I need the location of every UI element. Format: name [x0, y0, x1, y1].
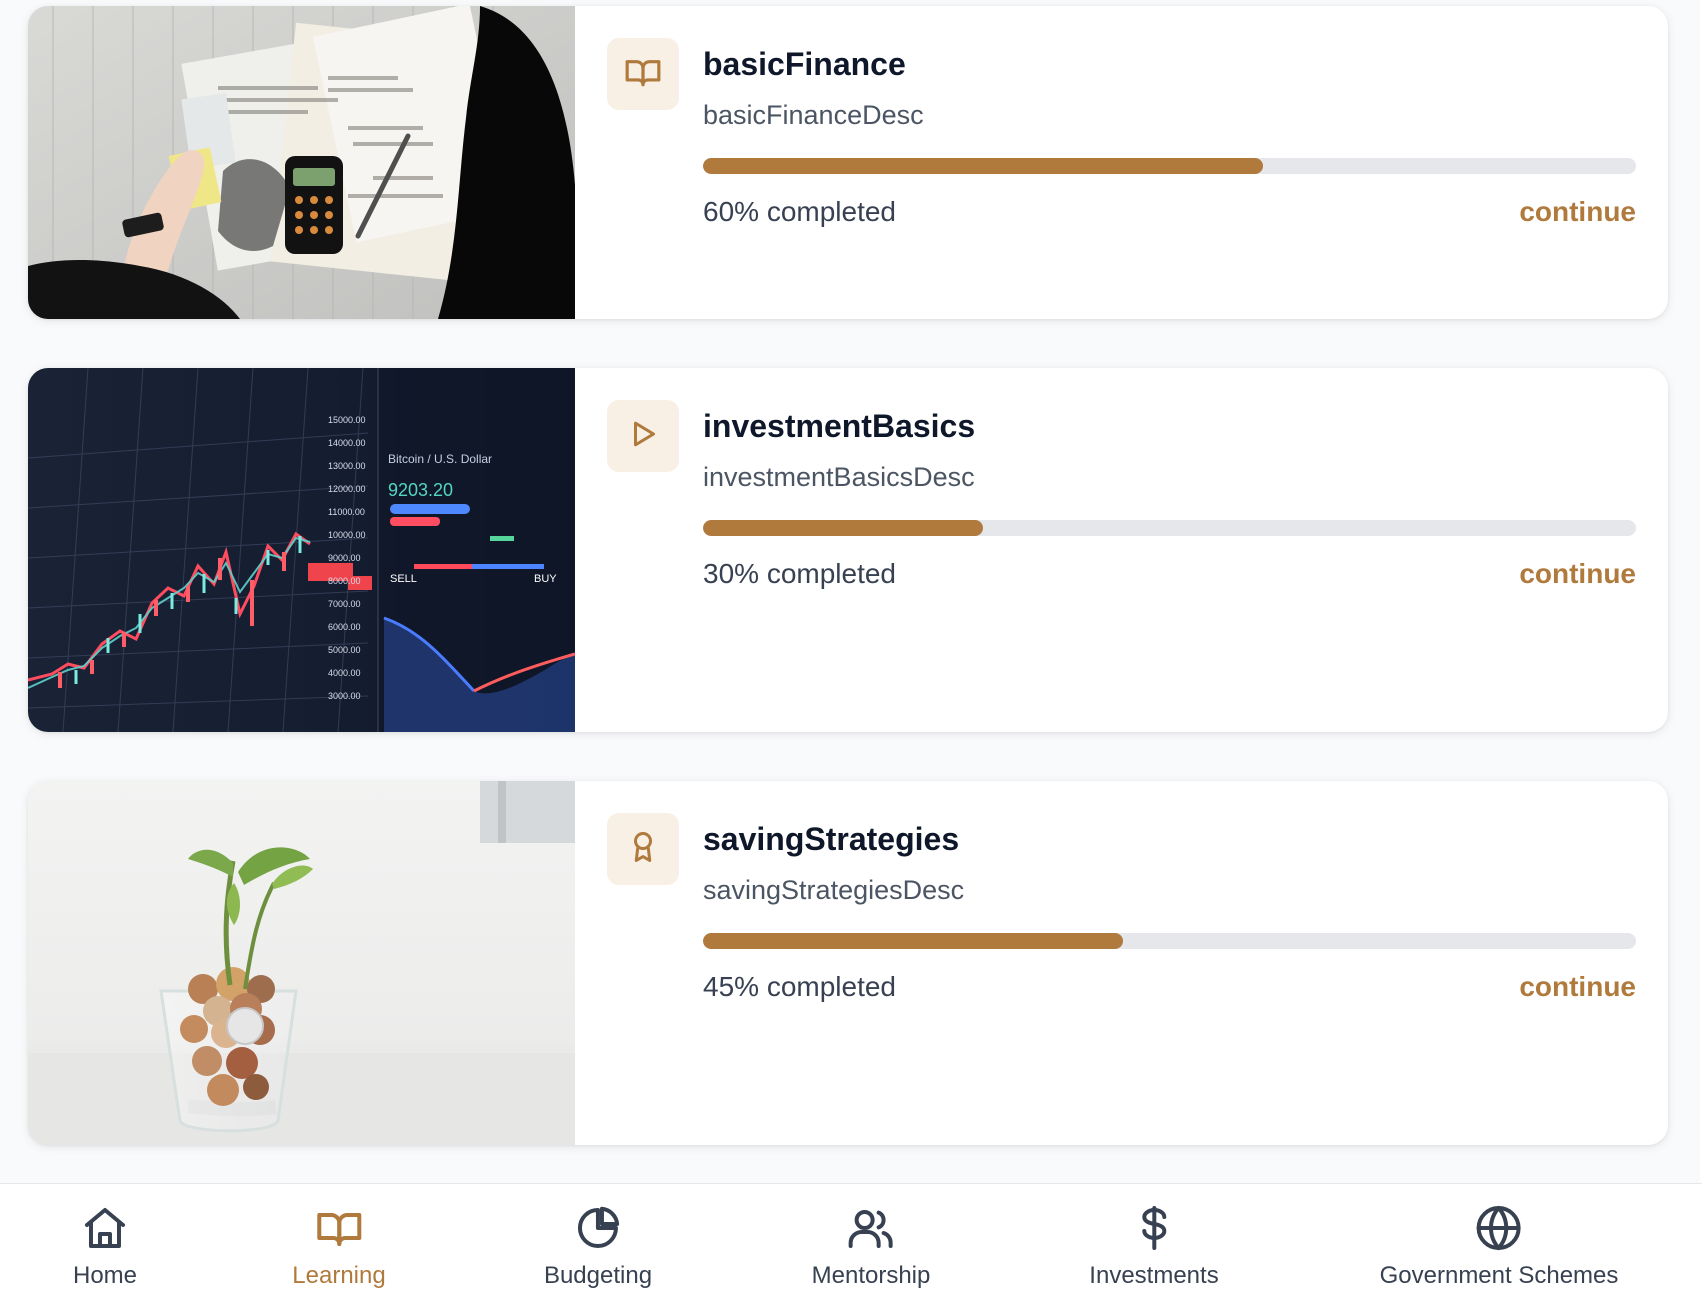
course-description: savingStrategiesDesc: [703, 875, 965, 905]
users-icon: [845, 1202, 897, 1254]
nav-item-home[interactable]: Home: [73, 1202, 137, 1290]
award-icon: [625, 829, 661, 870]
svg-text:5000.00: 5000.00: [328, 645, 361, 655]
continue-button[interactable]: continue: [1519, 558, 1636, 590]
nav-item-investments[interactable]: Investments: [1089, 1202, 1219, 1290]
dollar-icon: [1128, 1202, 1180, 1254]
svg-text:13000.00: 13000.00: [328, 461, 366, 471]
course-content: investmentBasics investmentBasicsDesc 30…: [575, 368, 1668, 732]
svg-text:11000.00: 11000.00: [328, 507, 365, 517]
svg-text:15000.00: 15000.00: [328, 415, 366, 425]
nav-item-government-schemes[interactable]: Government Schemes: [1379, 1202, 1619, 1290]
svg-text:8000.00: 8000.00: [328, 576, 361, 586]
svg-text:6000.00: 6000.00: [328, 622, 361, 632]
course-progress-fill: [703, 158, 1263, 174]
book-open-icon: [624, 53, 662, 96]
nav-item-mentorship[interactable]: Mentorship: [811, 1202, 931, 1290]
svg-text:10000.00: 10000.00: [328, 530, 366, 540]
course-title: investmentBasics: [703, 408, 976, 444]
svg-text:3000.00: 3000.00: [328, 691, 361, 701]
course-progress-label: 60% completed: [703, 196, 897, 227]
course-progress-bar: [703, 520, 1636, 536]
nav-label: Budgeting: [543, 1262, 653, 1289]
course-card-basic-finance[interactable]: basicFinance basicFinanceDesc 60% comple…: [28, 6, 1668, 319]
stock-chart-image: Bitcoin / U.S. Dollar 9203.20 SELL BUY 1…: [28, 368, 575, 732]
course-progress-label: 45% completed: [703, 971, 897, 1002]
nav-label: Learning: [292, 1262, 386, 1289]
svg-text:9203.20: 9203.20: [388, 480, 453, 500]
course-icon-tile: [607, 400, 679, 472]
course-title: savingStrategies: [703, 821, 960, 857]
bottom-navigation: Home Learning Budgeting Mentorship Inves…: [0, 1183, 1702, 1302]
course-description: investmentBasicsDesc: [703, 462, 975, 492]
course-progress-bar: [703, 933, 1636, 949]
nav-label: Home: [72, 1262, 138, 1289]
svg-text:4000.00: 4000.00: [328, 668, 361, 678]
home-icon: [79, 1202, 131, 1254]
book-open-icon: [313, 1202, 365, 1254]
nav-item-learning[interactable]: Learning: [292, 1202, 386, 1290]
tax-documents-image: [28, 6, 575, 319]
continue-button[interactable]: continue: [1519, 196, 1636, 228]
pie-chart-icon: [572, 1202, 624, 1254]
globe-icon: [1473, 1202, 1525, 1254]
course-icon-tile: [607, 38, 679, 110]
nav-label: Mentorship: [811, 1262, 931, 1289]
svg-text:Bitcoin / U.S. Dollar: Bitcoin / U.S. Dollar: [388, 452, 492, 466]
svg-text:SELL: SELL: [390, 573, 417, 585]
svg-text:BUY: BUY: [534, 573, 557, 585]
course-progress-fill: [703, 933, 1123, 949]
course-content: savingStrategies savingStrategiesDesc 45…: [575, 781, 1668, 1145]
course-description: basicFinanceDesc: [703, 100, 924, 130]
course-progress-fill: [703, 520, 983, 536]
nav-label: Government Schemes: [1379, 1262, 1619, 1289]
svg-text:7000.00: 7000.00: [328, 599, 361, 609]
nav-item-budgeting[interactable]: Budgeting: [544, 1202, 652, 1290]
course-title: basicFinance: [703, 46, 906, 82]
play-icon: [625, 416, 661, 457]
learning-page: basicFinance basicFinanceDesc 60% comple…: [0, 0, 1702, 1302]
svg-text:9000.00: 9000.00: [328, 553, 361, 563]
course-card-investment-basics[interactable]: Bitcoin / U.S. Dollar 9203.20 SELL BUY 1…: [28, 368, 1668, 732]
svg-text:14000.00: 14000.00: [328, 438, 366, 448]
svg-text:12000.00: 12000.00: [328, 484, 366, 494]
coins-plant-image: [28, 781, 575, 1145]
nav-label: Investments: [1089, 1262, 1219, 1289]
course-progress-label: 30% completed: [703, 558, 897, 589]
continue-button[interactable]: continue: [1519, 971, 1636, 1003]
course-icon-tile: [607, 813, 679, 885]
course-progress-bar: [703, 158, 1636, 174]
course-card-saving-strategies[interactable]: savingStrategies savingStrategiesDesc 45…: [28, 781, 1668, 1145]
course-content: basicFinance basicFinanceDesc 60% comple…: [575, 6, 1668, 319]
